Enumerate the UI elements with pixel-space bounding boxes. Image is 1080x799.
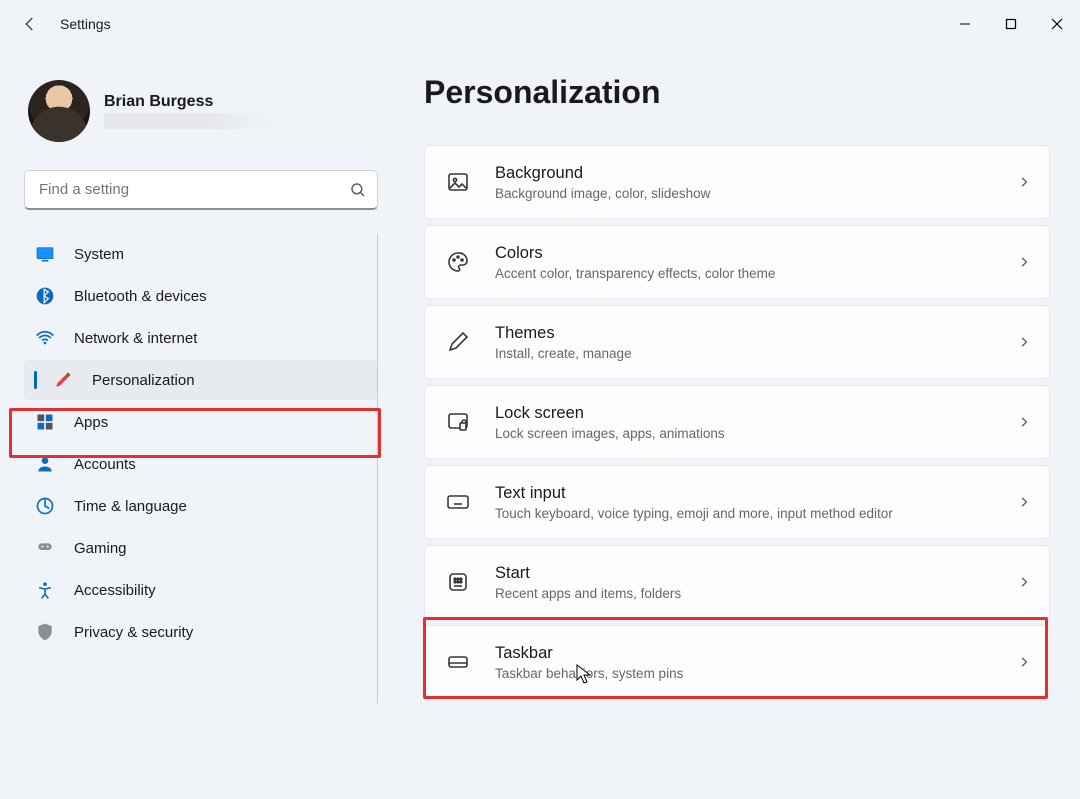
card-text-input[interactable]: Text input Touch keyboard, voice typing,…	[424, 465, 1050, 539]
sidebar-item-label: Gaming	[74, 540, 127, 557]
sidebar-item-label: Network & internet	[74, 330, 197, 347]
shield-icon	[34, 621, 56, 643]
card-themes[interactable]: Themes Install, create, manage	[424, 305, 1050, 379]
accessibility-icon	[34, 579, 56, 601]
user-name: Brian Burgess	[104, 93, 274, 111]
chevron-right-icon	[1017, 335, 1031, 349]
sidebar-item-label: Privacy & security	[74, 624, 193, 641]
page-title: Personalization	[424, 74, 1050, 111]
card-subtitle: Touch keyboard, voice typing, emoji and …	[495, 506, 1017, 521]
bluetooth-icon	[34, 285, 56, 307]
card-lock-screen[interactable]: Lock screen Lock screen images, apps, an…	[424, 385, 1050, 459]
sidebar-item-label: Personalization	[92, 372, 195, 389]
sidebar-item-apps[interactable]: Apps	[24, 402, 378, 442]
card-colors[interactable]: Colors Accent color, transparency effect…	[424, 225, 1050, 299]
sidebar-item-accessibility[interactable]: Accessibility	[24, 570, 378, 610]
chevron-right-icon	[1017, 655, 1031, 669]
minimize-button[interactable]	[942, 8, 988, 40]
sidebar-item-gaming[interactable]: Gaming	[24, 528, 378, 568]
card-subtitle: Recent apps and items, folders	[495, 586, 1017, 601]
search-icon	[349, 181, 367, 199]
nav-list: System Bluetooth & devices Network & int…	[24, 234, 378, 652]
system-icon	[34, 243, 56, 265]
card-taskbar[interactable]: Taskbar Taskbar behaviors, system pins	[424, 625, 1050, 699]
card-title: Themes	[495, 323, 1017, 344]
sidebar-item-personalization[interactable]: Personalization	[24, 360, 378, 400]
sidebar-item-label: Bluetooth & devices	[74, 288, 207, 305]
lock-screen-icon	[445, 409, 471, 435]
card-title: Colors	[495, 243, 1017, 264]
person-icon	[34, 453, 56, 475]
app-title: Settings	[60, 16, 111, 32]
sidebar-item-time-language[interactable]: Time & language	[24, 486, 378, 526]
back-button[interactable]	[20, 14, 40, 34]
card-subtitle: Taskbar behaviors, system pins	[495, 666, 1017, 681]
maximize-button[interactable]	[988, 8, 1034, 40]
taskbar-icon	[445, 649, 471, 675]
chevron-right-icon	[1017, 495, 1031, 509]
sidebar-item-label: Accounts	[74, 456, 136, 473]
card-background[interactable]: Background Background image, color, slid…	[424, 145, 1050, 219]
avatar	[28, 80, 90, 142]
card-title: Background	[495, 163, 1017, 184]
scrollbar[interactable]	[377, 234, 378, 704]
sidebar-item-network[interactable]: Network & internet	[24, 318, 378, 358]
sidebar-item-bluetooth[interactable]: Bluetooth & devices	[24, 276, 378, 316]
chevron-right-icon	[1017, 575, 1031, 589]
search-box[interactable]	[24, 170, 378, 210]
sidebar-item-label: Accessibility	[74, 582, 156, 599]
sidebar-item-label: Apps	[74, 414, 108, 431]
sidebar: Brian Burgess System Bluetooth & devices	[0, 48, 390, 799]
card-subtitle: Accent color, transparency effects, colo…	[495, 266, 1017, 281]
apps-icon	[34, 411, 56, 433]
chevron-right-icon	[1017, 415, 1031, 429]
card-title: Text input	[495, 483, 1017, 504]
settings-card-list: Background Background image, color, slid…	[424, 145, 1050, 699]
user-email-redacted	[104, 113, 274, 129]
card-title: Lock screen	[495, 403, 1017, 424]
card-title: Taskbar	[495, 643, 1017, 664]
card-subtitle: Lock screen images, apps, animations	[495, 426, 1017, 441]
image-icon	[445, 169, 471, 195]
sidebar-item-accounts[interactable]: Accounts	[24, 444, 378, 484]
main-panel: Personalization Background Background im…	[390, 48, 1080, 799]
card-title: Start	[495, 563, 1017, 584]
card-subtitle: Install, create, manage	[495, 346, 1017, 361]
clock-globe-icon	[34, 495, 56, 517]
pen-icon	[445, 329, 471, 355]
sidebar-item-privacy[interactable]: Privacy & security	[24, 612, 378, 652]
palette-icon	[445, 249, 471, 275]
sidebar-item-label: Time & language	[74, 498, 187, 515]
titlebar: Settings	[0, 0, 1080, 48]
chevron-right-icon	[1017, 175, 1031, 189]
chevron-right-icon	[1017, 255, 1031, 269]
sidebar-item-label: System	[74, 246, 124, 263]
wifi-icon	[34, 327, 56, 349]
search-input[interactable]	[37, 180, 349, 199]
gamepad-icon	[34, 537, 56, 559]
start-icon	[445, 569, 471, 595]
keyboard-icon	[445, 489, 471, 515]
paintbrush-icon	[52, 369, 74, 391]
card-start[interactable]: Start Recent apps and items, folders	[424, 545, 1050, 619]
card-subtitle: Background image, color, slideshow	[495, 186, 1017, 201]
user-block[interactable]: Brian Burgess	[28, 80, 378, 142]
sidebar-item-system[interactable]: System	[24, 234, 378, 274]
close-button[interactable]	[1034, 8, 1080, 40]
